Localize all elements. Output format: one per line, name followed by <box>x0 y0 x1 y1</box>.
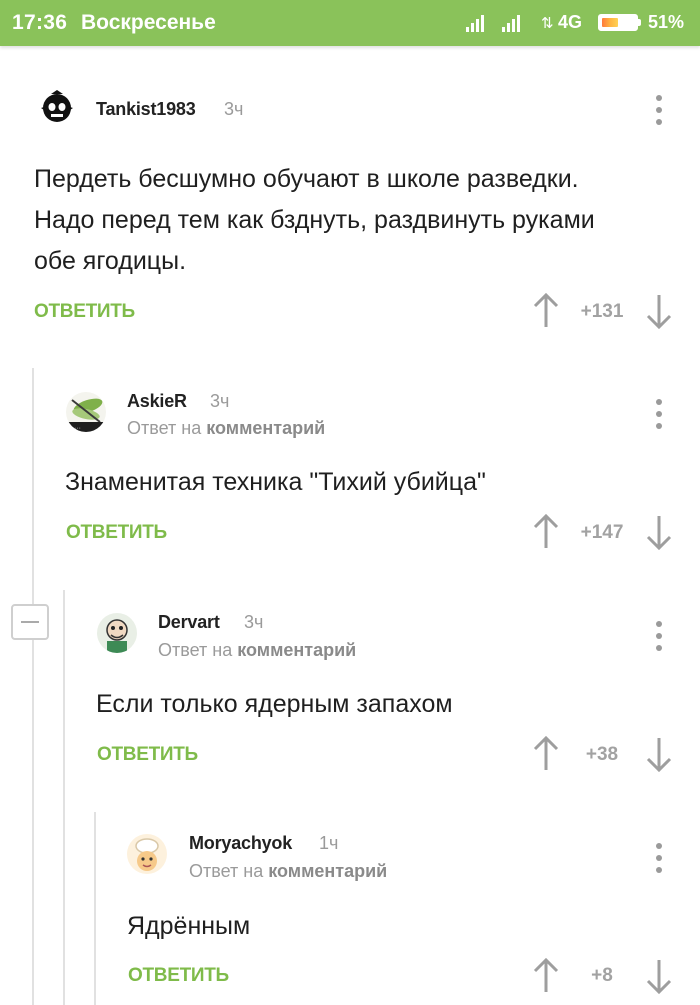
comment-body: Если только ядерным запахом <box>96 684 453 725</box>
reply-to-prefix: Ответ на <box>158 640 238 660</box>
thread-line-level-2 <box>63 590 65 1005</box>
comment-time: 1ч <box>319 833 339 853</box>
reply-to-prefix: Ответ на <box>189 861 269 881</box>
reply-to-label: Ответ на комментарий <box>127 418 325 439</box>
downvote-arrow-icon[interactable] <box>645 514 673 551</box>
reply-to-link[interactable]: комментарий <box>268 861 387 881</box>
reply-button[interactable]: ОТВЕТИТЬ <box>34 301 135 323</box>
more-options-icon[interactable] <box>649 92 669 128</box>
comment-text-line: Надо перед тем как бзднуть, раздвинуть р… <box>34 206 595 234</box>
signal-sim1-icon <box>466 15 484 32</box>
reply-to-label: Ответ на комментарий <box>158 640 356 661</box>
comment-text-line: обе ягодицы. <box>34 247 187 275</box>
comment-time: 3ч <box>210 391 230 411</box>
battery-percent: 51% <box>648 12 685 32</box>
network-type: 4G <box>558 12 583 32</box>
svg-text:···: ··· <box>74 425 81 432</box>
helmet-skull-icon[interactable] <box>37 88 77 128</box>
battery-icon <box>598 14 638 31</box>
downvote-arrow-icon[interactable] <box>645 736 673 773</box>
reply-to-prefix: Ответ на <box>127 418 207 438</box>
comment-body: Пердеть бесшумно обучают в школе разведк… <box>34 159 595 282</box>
comment-username[interactable]: Dervart <box>158 612 220 633</box>
thread-line-level-3 <box>94 812 96 1005</box>
more-options-icon[interactable] <box>649 618 669 654</box>
comment-body: Ядрённым <box>127 906 250 947</box>
comment-rating: +8 <box>591 965 613 986</box>
comment-time: 3ч <box>224 99 244 119</box>
dragonfly-icon[interactable]: ··· <box>66 392 106 432</box>
comment-rating: +38 <box>585 744 619 765</box>
more-options-icon[interactable] <box>649 840 669 876</box>
downvote-arrow-icon[interactable] <box>645 958 673 995</box>
collapse-thread-button[interactable] <box>11 604 49 640</box>
signal-sim2-icon <box>502 15 520 32</box>
more-options-icon[interactable] <box>649 396 669 432</box>
comment-rating: +147 <box>580 522 624 543</box>
upvote-arrow-icon[interactable] <box>532 957 560 994</box>
comment-rating: +131 <box>580 301 624 322</box>
battery-tip <box>638 19 641 26</box>
reply-to-link[interactable]: комментарий <box>206 418 325 438</box>
comment-text-line: Если только ядерным запахом <box>96 690 453 718</box>
comment-body: Знаменитая техника "Тихий убийца" <box>65 462 486 503</box>
reply-to-label: Ответ на комментарий <box>189 861 387 882</box>
status-bar: 17:36 Воскресенье ⇅ 4G 51% <box>0 0 700 46</box>
data-arrows-icon: ⇅ <box>541 15 554 32</box>
status-day: Воскресенье <box>81 11 216 34</box>
comment-text-line: Знаменитая техника "Тихий убийца" <box>65 468 486 496</box>
upvote-arrow-icon[interactable] <box>532 735 560 772</box>
reply-to-link[interactable]: комментарий <box>237 640 356 660</box>
battery-level <box>602 18 618 27</box>
downvote-arrow-icon[interactable] <box>645 293 673 330</box>
comment-username[interactable]: Moryachyok <box>189 833 292 854</box>
comment-text-line: Пердеть бесшумно обучают в школе разведк… <box>34 165 579 193</box>
reply-button[interactable]: ОТВЕТИТЬ <box>128 965 229 987</box>
comment-text-line: Ядрённым <box>127 912 251 940</box>
upvote-arrow-icon[interactable] <box>532 292 560 329</box>
status-time: 17:36 <box>12 11 68 34</box>
cartoon-character-icon[interactable] <box>97 613 137 653</box>
reply-button[interactable]: ОТВЕТИТЬ <box>97 744 198 766</box>
reply-button[interactable]: ОТВЕТИТЬ <box>66 522 167 544</box>
comment-username[interactable]: Tankist1983 <box>96 99 196 120</box>
comment-username[interactable]: AskieR <box>127 391 187 412</box>
upvote-arrow-icon[interactable] <box>532 513 560 550</box>
thread-line-level-1 <box>32 368 34 1005</box>
comment-time: 3ч <box>244 612 264 632</box>
chef-hat-icon[interactable] <box>127 834 167 874</box>
